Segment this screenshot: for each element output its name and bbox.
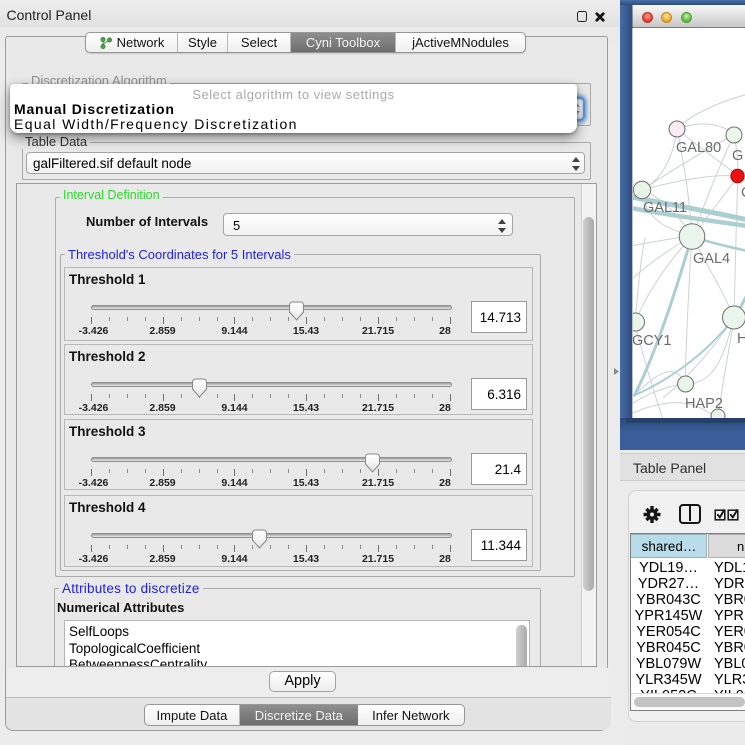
svg-text:C: C xyxy=(741,185,745,201)
svg-text:HAP2: HAP2 xyxy=(685,396,723,412)
svg-text:GCY1: GCY1 xyxy=(633,333,672,349)
svg-text:GAL11: GAL11 xyxy=(643,200,687,216)
svg-text:GAL80: GAL80 xyxy=(676,140,721,156)
svg-text:G: G xyxy=(732,148,743,164)
svg-text:GAL4: GAL4 xyxy=(693,251,730,267)
svg-text:H: H xyxy=(737,331,745,347)
